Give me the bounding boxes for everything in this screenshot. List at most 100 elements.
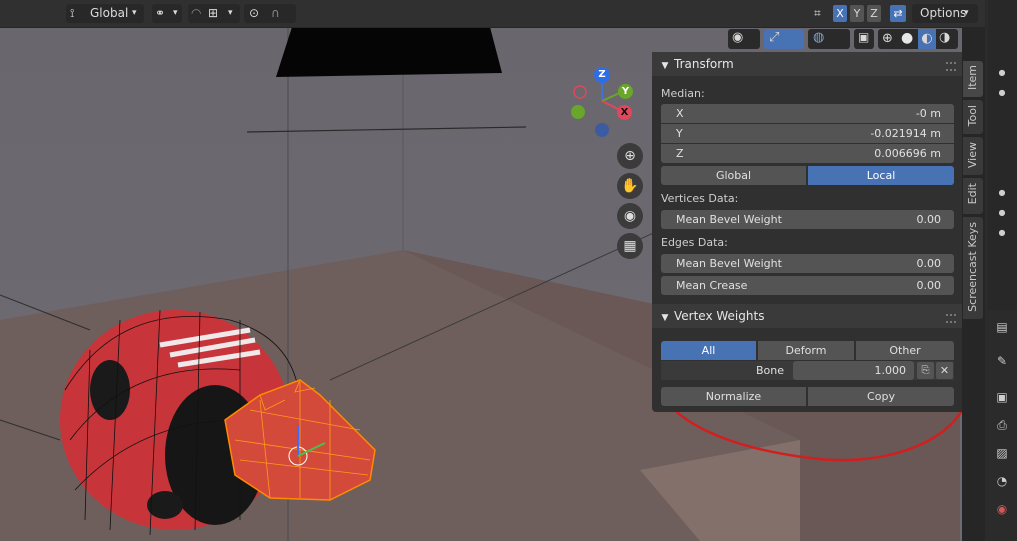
filter-all-tab[interactable]: All (661, 341, 756, 360)
xray-toggle[interactable]: ▣ (854, 29, 874, 49)
options-dropdown[interactable]: Options ▾ (912, 4, 978, 23)
tab-tool-label: Tool (966, 105, 979, 127)
gizmo-z-label: Z (594, 67, 610, 83)
options-label: Options (920, 6, 967, 20)
normalize-button[interactable]: Normalize (661, 387, 806, 406)
close-icon[interactable]: ✕ (936, 362, 953, 379)
snap-dropdown[interactable]: ◠ ⊞ ▾ (188, 4, 240, 23)
y-label: Y (676, 127, 683, 140)
median-x-field[interactable]: X -0 m (661, 104, 954, 123)
outliner-dot-icon: ● (998, 68, 1006, 77)
edge-bevel-label: Mean Bevel Weight (676, 257, 782, 270)
outliner-dot-icon: ● (998, 88, 1006, 97)
tab-item[interactable]: Item (963, 61, 983, 97)
vertex-weights-title: Vertex Weights (674, 309, 765, 323)
render-properties-icon[interactable]: ▣ (994, 390, 1010, 404)
output-properties-icon[interactable]: ⎙ (994, 418, 1010, 432)
y-value: -0.021914 m (870, 127, 941, 140)
pivot-dropdown[interactable]: ⚭ ▾ (152, 4, 182, 23)
outliner-dot-icon: ● (998, 188, 1006, 197)
navigation-gizmo[interactable]: Z Y X (568, 64, 638, 138)
crease-field[interactable]: Mean Crease 0.00 (661, 276, 954, 295)
chevron-down-icon: ▾ (964, 8, 969, 18)
filter-other-tab[interactable]: Other (856, 341, 954, 360)
lamp-shade (276, 27, 502, 77)
transform-title: Transform (674, 57, 734, 71)
gizmo-y-label: Y (618, 84, 633, 99)
paste-icon[interactable]: ⎘ (917, 362, 934, 379)
vertex-bevel-field[interactable]: Mean Bevel Weight 0.00 (661, 210, 954, 229)
link-icon: ⚭ (155, 6, 166, 20)
properties-editor-strip: ● ● ● ● ● ▤ ✎ ▣ ⎙ ▨ ◔ ◉ (985, 0, 1017, 541)
outliner-dot-icon: ● (998, 208, 1006, 217)
mirror-y-toggle[interactable]: Y (850, 5, 864, 22)
edges-data-label: Edges Data: (661, 236, 728, 249)
zoom-icon[interactable]: ⊕ (617, 143, 643, 169)
copy-button[interactable]: Copy (808, 387, 954, 406)
bone-label: Bone (755, 364, 784, 377)
tab-view[interactable]: View (963, 137, 983, 175)
outliner-fragment (988, 0, 1017, 310)
edge-bevel-field[interactable]: Mean Bevel Weight 0.00 (661, 254, 954, 273)
rendered-shading-icon[interactable]: ◑ (939, 30, 950, 45)
z-value: 0.006696 m (874, 147, 941, 160)
camera-icon[interactable]: ◉ (617, 203, 643, 229)
orientation-dropdown[interactable]: ⟟ Global ▾ (66, 4, 144, 23)
overlay-toggle[interactable]: ◍ (808, 29, 850, 49)
auto-merge-icon[interactable]: ⇄ (890, 5, 906, 22)
chevron-down-icon: ▾ (228, 8, 233, 18)
vertex-bevel-label: Mean Bevel Weight (676, 213, 782, 226)
bone-weight-field[interactable]: 1.000 (793, 361, 914, 380)
z-label: Z (676, 147, 684, 160)
tab-view-label: View (966, 142, 979, 169)
orientation-icon: ⟟ (70, 6, 75, 20)
viewport-header: ⟟ Global ▾ ⚭ ▾ ◠ ⊞ ▾ ⊙ ∩ ⌗ X Y Z ⇄ Options ▾ (0, 0, 985, 28)
grid-ortho-icon[interactable]: ▦ (617, 233, 643, 259)
drag-grip-icon[interactable] (946, 314, 956, 323)
tab-tool[interactable]: Tool (963, 100, 983, 134)
increment-icon: ⊞ (208, 6, 219, 20)
collapse-arrow-icon: ▼ (661, 313, 669, 323)
gizmo-x-label: X (617, 105, 632, 120)
view-layer-icon[interactable]: ▨ (994, 446, 1010, 460)
orientation-label: Global (90, 6, 129, 20)
bone-weight-value: 1.000 (874, 364, 907, 377)
vertices-data-label: Vertices Data: (661, 192, 739, 205)
falloff-icon: ∩ (271, 6, 280, 20)
tab-edit-label: Edit (966, 183, 979, 205)
drag-grip-icon[interactable] (946, 62, 956, 71)
x-label: X (676, 107, 684, 120)
global-toggle[interactable]: Global (661, 166, 806, 185)
local-toggle[interactable]: Local (808, 166, 954, 185)
vertex-bevel-value: 0.00 (916, 213, 942, 226)
gizmo-toggle[interactable]: ⤢ (764, 29, 804, 49)
scene-properties-icon[interactable]: ◔ (994, 474, 1010, 488)
visibility-dropdown[interactable]: ◉ (728, 29, 760, 49)
sidebar-panel: ▼ Transform Median: X -0 m Y -0.021914 m Z 0… (652, 52, 962, 412)
median-y-field[interactable]: Y -0.021914 m (661, 124, 954, 143)
vertex-weights-panel-header[interactable]: ▼ Vertex Weights (652, 304, 962, 328)
proportional-edit[interactable]: ⊙ ∩ (244, 4, 296, 23)
crease-label: Mean Crease (676, 279, 748, 292)
tab-edit[interactable]: Edit (963, 178, 983, 214)
tool-settings-icon[interactable]: ✎ (994, 354, 1010, 368)
chevron-down-icon: ▾ (132, 8, 137, 18)
median-z-field[interactable]: Z 0.006696 m (661, 144, 954, 163)
snap-magnet-icon: ◠ (191, 6, 202, 20)
pan-hand-icon[interactable]: ✋ (617, 173, 643, 199)
eye-icon: ◉ (732, 30, 744, 45)
shading-buttons[interactable]: ⊕ ● ◐ ◑ (878, 29, 958, 49)
tab-screencast-keys[interactable]: Screencast Keys (963, 217, 983, 319)
wireframe-shading-icon[interactable]: ⊕ (882, 31, 893, 46)
mirror-z-toggle[interactable]: Z (867, 5, 881, 22)
mirror-icon[interactable]: ⌗ (814, 4, 821, 23)
transform-panel-header[interactable]: ▼ Transform (652, 52, 962, 76)
solid-shading-icon[interactable]: ● (901, 30, 913, 46)
filter-deform-tab[interactable]: Deform (758, 341, 854, 360)
collapse-arrow-icon: ▼ (661, 61, 669, 71)
mirror-x-toggle[interactable]: X (833, 5, 847, 22)
material-shading-icon[interactable]: ◐ (918, 29, 936, 49)
outliner-dot-icon: ● (998, 228, 1006, 237)
properties-editor-icon[interactable]: ▤ (994, 320, 1010, 334)
world-properties-icon[interactable]: ◉ (994, 502, 1010, 516)
